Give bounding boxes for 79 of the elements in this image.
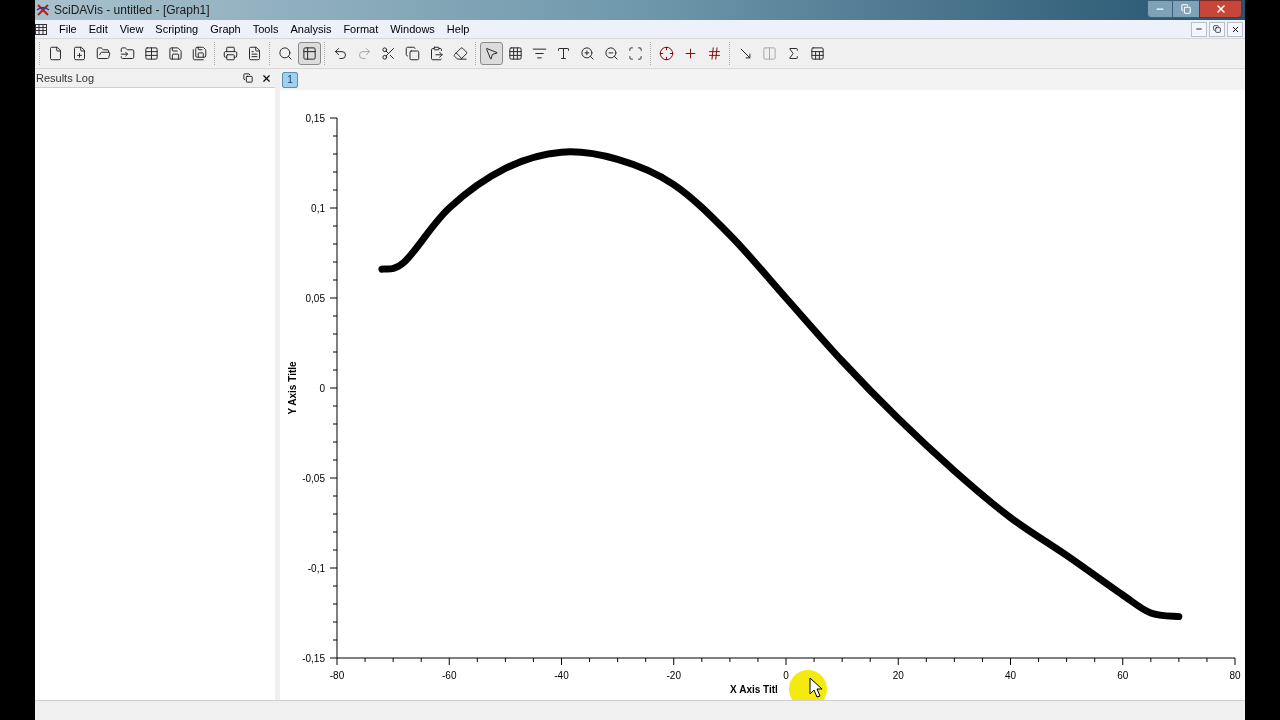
menu-item[interactable]: File: [53, 20, 83, 38]
arrow-icon: [738, 46, 753, 61]
cursor-highlight: [789, 670, 827, 700]
table-icon: [144, 46, 159, 61]
panel-title: Results Log: [36, 70, 95, 86]
mouse-cursor-icon: [809, 677, 823, 698]
y-tick-label: 0,15: [305, 113, 325, 124]
copy-icon: [405, 46, 420, 61]
y-tick-label: 0: [319, 383, 325, 394]
x-tick-label: 80: [1229, 670, 1241, 681]
cut-icon: [381, 46, 396, 61]
window-title: SciDAVis - untitled - [Graph1]: [54, 2, 210, 19]
restore-button[interactable]: [1209, 21, 1225, 37]
redo-icon: [357, 46, 372, 61]
x-tick-label: -60: [442, 670, 457, 681]
x-tick-label: 40: [1004, 670, 1017, 681]
undo-icon: [333, 46, 348, 61]
zoom-in-icon: [580, 46, 595, 61]
save-all-icon: [192, 46, 207, 61]
close-icon: [1230, 24, 1240, 34]
minimize-button[interactable]: [1191, 21, 1207, 37]
minimize-button[interactable]: [1147, 0, 1173, 18]
pointer-icon: [484, 46, 499, 61]
menu-item[interactable]: Tools: [246, 20, 285, 38]
x-tick-label: -40: [554, 670, 569, 681]
x-tick-label: 0: [783, 670, 789, 681]
menu-item[interactable]: Edit: [82, 20, 114, 38]
new-file-icon: [48, 46, 63, 61]
save-icon: [168, 46, 183, 61]
y-tick-label: 0,1: [311, 203, 325, 214]
y-axis-title: Y Axis Title: [287, 361, 298, 415]
menu-item[interactable]: Help: [440, 20, 476, 38]
window-menu-icon: [35, 23, 47, 35]
restore-icon: [1213, 25, 1221, 33]
eraser-icon: [453, 46, 468, 61]
x-tick-label: -20: [666, 670, 681, 681]
y-tick-label: 0,05: [305, 293, 325, 304]
x-tick-label: -80: [329, 670, 345, 681]
x-tick-label: 60: [1117, 670, 1129, 681]
layer-tab[interactable]: 1: [282, 71, 298, 88]
y-tick-label: -0,15: [302, 653, 325, 664]
menu-item[interactable]: Windows: [384, 20, 441, 38]
x-axis-title: X Axis Titl: [730, 684, 778, 695]
toolbar-button[interactable]: [298, 42, 321, 65]
close-icon: [1214, 3, 1227, 15]
toolbar-button[interactable]: [480, 42, 503, 65]
folder-arrow-icon: [120, 46, 135, 61]
print-icon: [223, 46, 238, 61]
app-logo-icon: [36, 3, 50, 17]
y-tick-label: -0,1: [307, 563, 325, 574]
maximize-button[interactable]: [1173, 0, 1199, 18]
menu-item[interactable]: View: [113, 20, 150, 38]
plus-cursor-icon: [683, 46, 698, 61]
crosshair-icon: [659, 46, 674, 61]
preview-icon: [278, 46, 293, 61]
menu-item[interactable]: Format: [337, 20, 385, 38]
document-icon: [247, 46, 262, 61]
close-icon[interactable]: [261, 72, 272, 84]
minimize-icon: [1195, 25, 1203, 33]
close-button[interactable]: [1227, 21, 1243, 37]
restore-icon: [1181, 4, 1191, 14]
table-window-icon: [302, 46, 317, 61]
menu-item[interactable]: Scripting: [149, 20, 205, 38]
menu-item[interactable]: Analysis: [284, 20, 338, 38]
sum-icon: [786, 46, 801, 61]
menu-item[interactable]: Graph: [204, 20, 247, 38]
columns-icon: [762, 46, 777, 61]
float-icon[interactable]: [243, 73, 253, 83]
rescale-icon: [628, 46, 643, 61]
file-plus-icon: [72, 46, 87, 61]
data-grid-icon: [508, 46, 523, 61]
text-icon: [556, 46, 571, 61]
hash-icon: [707, 46, 722, 61]
paste-icon: [429, 46, 444, 61]
open-folder-icon: [96, 46, 111, 61]
zoom-out-icon: [604, 46, 619, 61]
lines-icon: [532, 46, 547, 61]
x-tick-label: 20: [892, 670, 904, 681]
y-tick-label: -0,05: [302, 473, 325, 484]
